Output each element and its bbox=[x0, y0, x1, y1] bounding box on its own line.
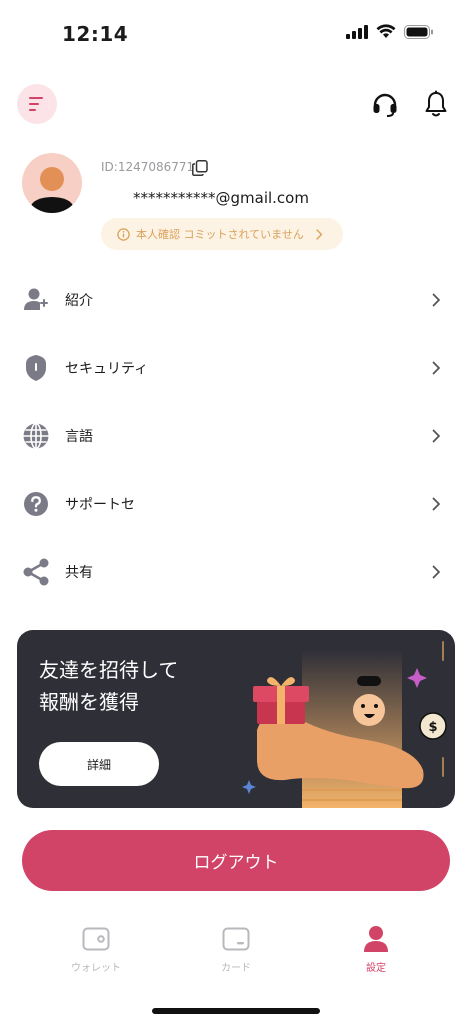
support-button[interactable] bbox=[369, 88, 401, 120]
menu-item-share[interactable]: 共有 bbox=[0, 538, 472, 606]
menu-lines-icon bbox=[29, 97, 43, 111]
avatar[interactable] bbox=[22, 153, 82, 213]
wifi-icon bbox=[376, 24, 396, 38]
add-user-icon bbox=[22, 286, 50, 314]
avatar-person-icon bbox=[31, 167, 73, 213]
status-bar: 12:14 bbox=[0, 0, 472, 70]
tab-card[interactable]: カード bbox=[176, 915, 296, 974]
headset-icon bbox=[373, 93, 397, 117]
tab-bar: ウォレット カード 設定 bbox=[0, 915, 472, 985]
chevron-right-icon bbox=[316, 228, 323, 240]
chevron-right-icon bbox=[429, 361, 443, 375]
chevron-right-icon bbox=[429, 565, 443, 579]
invite-illustration: $ bbox=[242, 641, 447, 808]
kyc-banner[interactable]: 本人確認 コミットされていません bbox=[101, 218, 343, 250]
user-email: ***********@gmail.com bbox=[133, 189, 309, 207]
invite-card: 友達を招待して 報酬を獲得 詳細 $ bbox=[17, 630, 455, 808]
help-icon bbox=[22, 490, 50, 518]
kyc-banner-text: 本人確認 コミットされていません bbox=[136, 228, 304, 241]
menu-item-security[interactable]: セキュリティ bbox=[0, 334, 472, 402]
tab-wallet[interactable]: ウォレット bbox=[36, 915, 156, 974]
menu-item-label: セキュリティ bbox=[65, 361, 149, 377]
battery-icon bbox=[404, 24, 433, 39]
invite-title-line: 友達を招待して bbox=[39, 658, 179, 682]
chevron-right-icon bbox=[429, 497, 443, 511]
menu-item-language[interactable]: 言語 bbox=[0, 402, 472, 470]
wallet-icon bbox=[82, 925, 110, 953]
tab-label: 設定 bbox=[366, 963, 386, 974]
menu-button[interactable] bbox=[17, 84, 57, 124]
menu-item-label: 紹介 bbox=[65, 293, 93, 309]
svg-text:$: $ bbox=[428, 720, 437, 735]
menu-item-referral[interactable]: 紹介 bbox=[0, 266, 472, 334]
tab-label: ウォレット bbox=[71, 963, 121, 974]
user-id: ID:1247086771 bbox=[101, 160, 195, 174]
tab-label: カード bbox=[221, 963, 251, 974]
menu-item-label: 共有 bbox=[65, 565, 93, 581]
profile-icon bbox=[362, 925, 390, 953]
details-button[interactable]: 詳細 bbox=[39, 742, 159, 786]
menu-item-support[interactable]: サポートセ bbox=[0, 470, 472, 538]
home-indicator bbox=[152, 1008, 320, 1014]
notifications-button[interactable] bbox=[420, 87, 452, 121]
invite-title: 友達を招待して 報酬を獲得 bbox=[39, 654, 239, 718]
signal-icon bbox=[346, 24, 368, 39]
shield-icon bbox=[22, 354, 50, 382]
share-icon bbox=[22, 558, 50, 586]
menu-item-label: サポートセ bbox=[65, 497, 135, 513]
tab-settings[interactable]: 設定 bbox=[316, 915, 436, 974]
card-icon bbox=[222, 925, 250, 953]
status-icons bbox=[346, 24, 434, 39]
bell-icon bbox=[425, 90, 447, 117]
info-icon bbox=[117, 227, 130, 241]
globe-icon bbox=[22, 422, 50, 450]
logout-button[interactable]: ログアウト bbox=[22, 830, 450, 891]
chevron-right-icon bbox=[429, 429, 443, 443]
copy-id-button[interactable] bbox=[189, 157, 211, 179]
menu-item-label: 言語 bbox=[65, 429, 93, 445]
invite-title-line: 報酬を獲得 bbox=[39, 690, 139, 714]
status-time: 12:14 bbox=[62, 22, 129, 46]
chevron-right-icon bbox=[429, 293, 443, 307]
copy-icon bbox=[192, 160, 208, 176]
